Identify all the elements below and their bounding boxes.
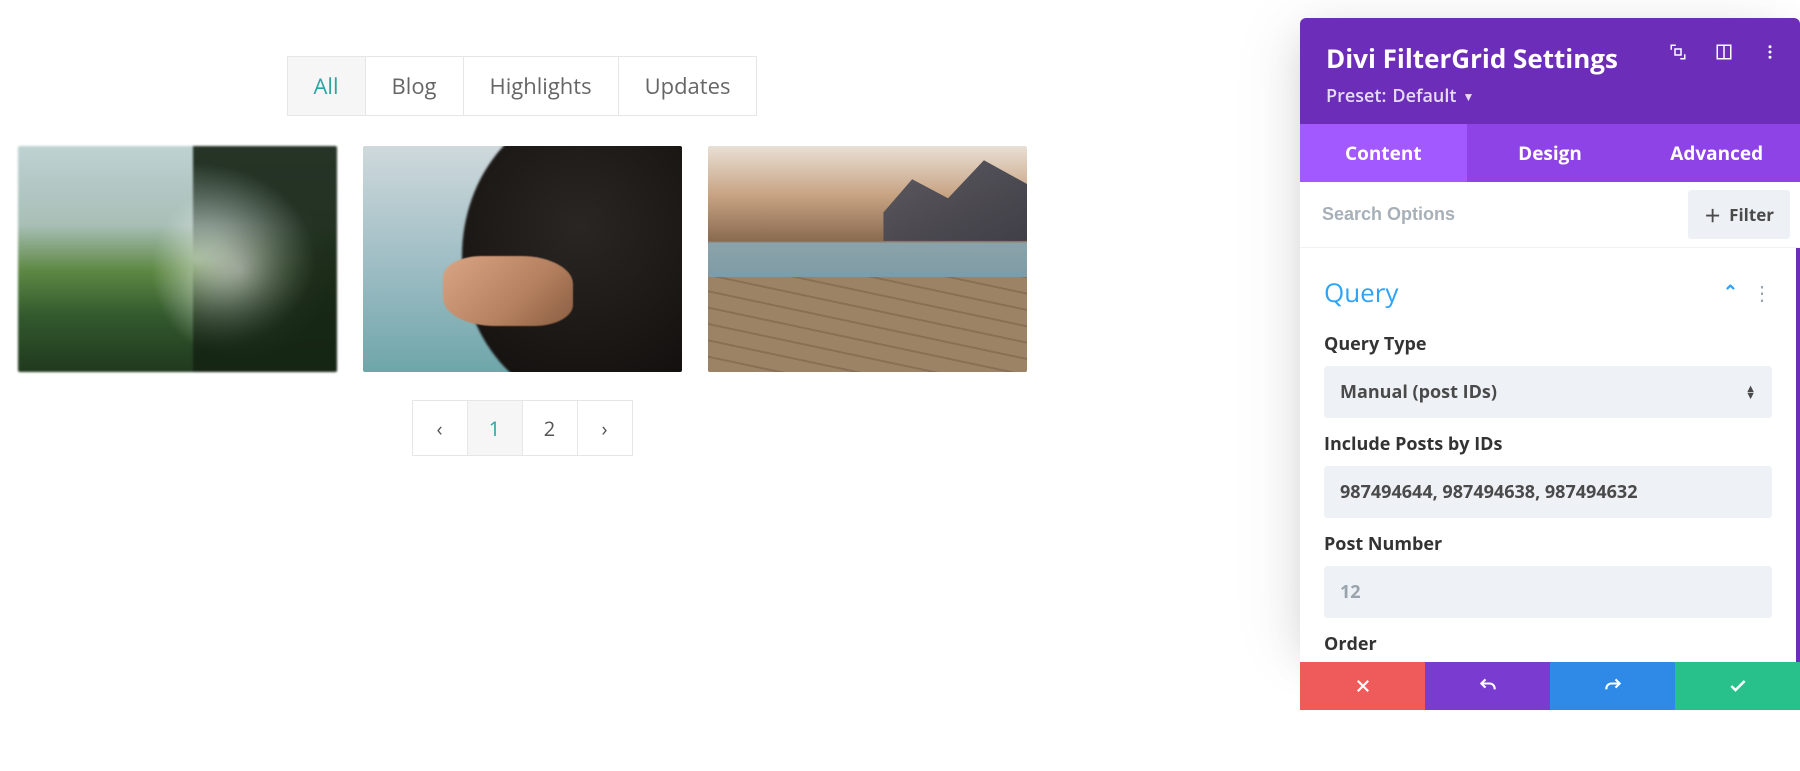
chevron-up-icon[interactable]: ⌃ (1723, 280, 1738, 304)
post-number-input[interactable]: 12 (1324, 566, 1772, 618)
preview-area: All Blog Highlights Updates ‹ 1 2 › (0, 0, 1045, 771)
input-value: 987494644, 987494638, 987494632 (1340, 480, 1638, 504)
preset-value: Default (1392, 84, 1456, 108)
results-grid (18, 146, 1027, 372)
page-number[interactable]: 1 (467, 400, 523, 456)
sort-arrows-icon: ▲▼ (1745, 385, 1756, 399)
include-ids-input[interactable]: 987494644, 987494638, 987494632 (1324, 466, 1772, 518)
section-header-query[interactable]: Query ⌃ ⋮ (1300, 256, 1796, 318)
field-include-ids: Include Posts by IDs 987494644, 98749463… (1300, 418, 1796, 518)
result-thumbnail[interactable] (18, 146, 337, 372)
page-prev-button[interactable]: ‹ (412, 400, 468, 456)
field-query-type: Query Type Manual (post IDs) ▲▼ (1300, 318, 1796, 418)
tab-design[interactable]: Design (1467, 124, 1634, 182)
cancel-button[interactable] (1300, 662, 1425, 710)
field-post-number: Post Number 12 (1300, 518, 1796, 618)
expand-icon[interactable] (1668, 42, 1688, 62)
select-value: Manual (post IDs) (1340, 380, 1497, 404)
close-icon (1354, 677, 1372, 695)
redo-icon (1603, 676, 1623, 696)
preset-label: Preset: (1326, 84, 1386, 108)
panel-header: Divi FilterGrid Settings Preset: Default… (1300, 18, 1800, 124)
caret-down-icon: ▼ (1462, 88, 1474, 105)
field-label: Include Posts by IDs (1324, 432, 1772, 456)
field-label: Post Number (1324, 532, 1772, 556)
settings-panel: Divi FilterGrid Settings Preset: Default… (1300, 18, 1800, 663)
search-row: ＋ Filter (1300, 182, 1800, 248)
chevron-left-icon: ‹ (436, 415, 442, 442)
panel-body: Query ⌃ ⋮ Query Type Manual (post IDs) ▲… (1300, 248, 1800, 663)
section-title: Query (1324, 274, 1723, 310)
field-order: Order (1300, 618, 1796, 656)
input-placeholder: 12 (1340, 580, 1361, 604)
page-next-button[interactable]: › (577, 400, 633, 456)
filter-button[interactable]: ＋ Filter (1688, 190, 1790, 239)
tab-content[interactable]: Content (1300, 124, 1467, 182)
field-label: Query Type (1324, 332, 1772, 356)
result-thumbnail[interactable] (708, 146, 1027, 372)
kebab-menu-icon[interactable] (1760, 42, 1780, 62)
filter-tab-all[interactable]: All (287, 56, 366, 116)
undo-icon (1478, 676, 1498, 696)
save-button[interactable] (1675, 662, 1800, 710)
layout-toggle-icon[interactable] (1714, 42, 1734, 62)
plus-icon: ＋ (1704, 202, 1721, 227)
settings-tabs: Content Design Advanced (1300, 124, 1800, 182)
tab-advanced[interactable]: Advanced (1633, 124, 1800, 182)
query-type-select[interactable]: Manual (post IDs) ▲▼ (1324, 366, 1772, 418)
check-icon (1728, 676, 1748, 696)
undo-button[interactable] (1425, 662, 1550, 710)
search-input[interactable] (1300, 186, 1688, 243)
redo-button[interactable] (1550, 662, 1675, 710)
filter-tabs: All Blog Highlights Updates (18, 56, 1027, 116)
field-label: Order (1324, 632, 1772, 656)
panel-footer (1300, 662, 1800, 710)
chevron-right-icon: › (601, 415, 607, 442)
pagination: ‹ 1 2 › (18, 400, 1027, 456)
result-thumbnail[interactable] (363, 146, 682, 372)
kebab-menu-icon[interactable]: ⋮ (1752, 279, 1772, 306)
filter-tab-updates[interactable]: Updates (618, 56, 758, 116)
filter-button-label: Filter (1729, 203, 1774, 226)
filter-tab-highlights[interactable]: Highlights (463, 56, 619, 116)
preset-selector[interactable]: Preset: Default ▼ (1326, 84, 1474, 108)
page-number[interactable]: 2 (522, 400, 578, 456)
filter-tab-blog[interactable]: Blog (365, 56, 464, 116)
